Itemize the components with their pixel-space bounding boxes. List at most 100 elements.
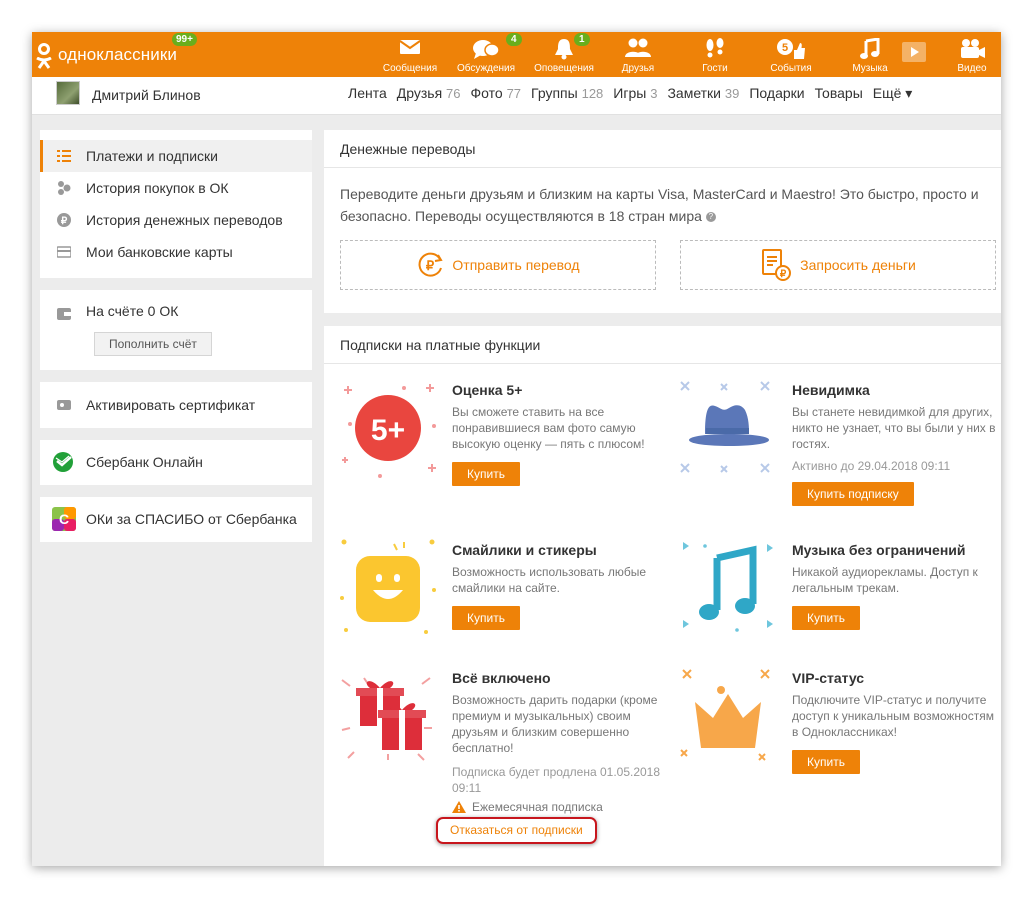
events-icon: 5 [776, 38, 806, 60]
nav-notifications[interactable]: 1 Оповещения [534, 32, 594, 77]
buy-rating-button[interactable]: Купить [452, 462, 520, 486]
feature-title: Невидимка [792, 382, 1001, 398]
logo[interactable]: одноклассники [36, 41, 177, 69]
menu-label: История покупок в ОК [86, 180, 229, 196]
card-icon [57, 245, 71, 259]
nav-messages[interactable]: Сообщения [380, 32, 440, 77]
profile-nav-groups[interactable]: Группы 128 [531, 85, 603, 102]
certificate-card: Активировать сертификат [40, 382, 312, 428]
send-transfer-button[interactable]: ₽ Отправить перевод [340, 240, 656, 290]
buy-music-button[interactable]: Купить [792, 606, 860, 630]
profile-nav-notes[interactable]: Заметки 39 [667, 85, 739, 102]
profile-nav-friends[interactable]: Друзья 76 [397, 85, 461, 102]
footprints-icon [703, 38, 727, 60]
sberbank-label: Сбербанк Онлайн [86, 454, 203, 470]
feature-title: Смайлики и стикеры [452, 542, 662, 558]
sberbank-card: Сбербанк Онлайн [40, 440, 312, 485]
wallet-icon [57, 307, 71, 321]
transfers-title: Денежные переводы [324, 130, 1001, 168]
avatar[interactable] [56, 81, 80, 105]
profile-nav-goods[interactable]: Товары [815, 85, 863, 102]
spasibo-link[interactable]: С ОКи за СПАСИБО от Сбербанка [40, 503, 312, 535]
profile-nav-gifts[interactable]: Подарки [749, 85, 804, 102]
cancel-subscription-link[interactable]: Отказаться от подписки [450, 823, 583, 837]
svg-text:₽: ₽ [426, 258, 435, 273]
certificate-label: Активировать сертификат [86, 397, 255, 413]
nav-events[interactable]: 5 События [761, 32, 821, 77]
nav-discussions[interactable]: 4 Обсуждения [456, 32, 516, 77]
subscriptions-card: Подписки на платные функции 5+ Оценка 5+… [324, 326, 1001, 866]
bell-icon [554, 38, 574, 60]
profile-nav-feed[interactable]: Лента [348, 85, 387, 102]
menu-transfer-history[interactable]: ₽ История денежных переводов [40, 204, 312, 236]
nav-music[interactable]: Музыка [840, 32, 900, 77]
feature-renewal-date: Подписка будет продлена 01.05.2018 09:11 [452, 764, 672, 796]
buy-vip-button[interactable]: Купить [792, 750, 860, 774]
spasibo-label: ОКи за СПАСИБО от Сбербанка [86, 511, 297, 527]
request-money-button[interactable]: ₽ Запросить деньги [680, 240, 996, 290]
profile-nav-photos[interactable]: Фото 77 [471, 85, 522, 102]
top-up-button[interactable]: Пополнить счёт [94, 332, 212, 356]
activate-certificate[interactable]: Активировать сертификат [40, 389, 312, 421]
payments-menu: Платежи и подписки История покупок в ОК … [40, 130, 312, 278]
spasibo-card: С ОКи за СПАСИБО от Сбербанка [40, 497, 312, 542]
nav-guests[interactable]: Гости [685, 32, 745, 77]
feature-description: Подключите VIP-статус и получите доступ … [792, 692, 1001, 740]
feature-description: Вы сможете ставить на все понравившиеся … [452, 404, 652, 452]
buy-smiles-button[interactable]: Купить [452, 606, 520, 630]
profile-name[interactable]: Дмитрий Блинов [92, 87, 201, 103]
feature-title: Музыка без ограничений [792, 542, 1001, 558]
certificate-icon [57, 398, 71, 412]
brand-name: одноклассники [58, 45, 177, 65]
discussions-badge: 4 [506, 33, 522, 46]
profile-nav-games[interactable]: Игры 3 [613, 85, 657, 102]
menu-payments-subscriptions[interactable]: Платежи и подписки [40, 140, 312, 172]
profile-nav: Лента Друзья 76 Фото 77 Группы 128 Игры … [348, 85, 922, 102]
feature-title: Всё включено [452, 670, 672, 686]
envelope-icon [399, 38, 421, 56]
request-money-label: Запросить деньги [800, 257, 916, 273]
transfers-text: Переводите деньги друзьям и близким на к… [340, 183, 990, 227]
list-icon [57, 149, 71, 163]
invisible-hat-icon [679, 378, 779, 478]
svg-text:5: 5 [782, 42, 788, 54]
video-play-button[interactable] [894, 32, 934, 77]
video-camera-icon [958, 38, 986, 60]
feature-music: Музыка без ограничений Никакой аудиорекл… [792, 542, 1001, 630]
music-unlimited-icon [679, 538, 779, 638]
menu-label: История денежных переводов [86, 212, 283, 228]
money-transfers-card: Денежные переводы Переводите деньги друз… [324, 130, 1001, 313]
feature-description: Возможность дарить подарки (кроме премиу… [452, 692, 672, 756]
help-icon[interactable]: ? [706, 212, 716, 222]
feature-description: Никакой аудиорекламы. Доступ к легальным… [792, 564, 1001, 596]
send-transfer-label: Отправить перевод [452, 257, 579, 273]
app-window: одноклассники 99+ Сообщения 4 Обсуждения… [32, 32, 1001, 866]
nav-friends[interactable]: Друзья [608, 32, 668, 77]
profile-nav-more[interactable]: Ещё ▾ [873, 85, 913, 102]
friends-icon [624, 38, 652, 58]
balance-label: На счёте 0 ОК [86, 303, 178, 319]
ruble-arrow-icon: ₽ [416, 251, 444, 279]
svg-text:₽: ₽ [61, 216, 68, 227]
ok-logo-icon [36, 42, 52, 68]
buy-invisible-subscription-button[interactable]: Купить подписку [792, 482, 914, 506]
feature-invisible: Невидимка Вы станете невидимкой для друг… [792, 382, 1001, 506]
menu-purchase-history[interactable]: История покупок в ОК [40, 172, 312, 204]
feature-description: Вы станете невидимкой для других, никто … [792, 404, 1001, 452]
feature-description: Возможность использовать любые смайлики … [452, 564, 662, 596]
feature-title: VIP-статус [792, 670, 1001, 686]
subscriptions-title: Подписки на платные функции [324, 326, 1001, 364]
sberbank-online[interactable]: Сбербанк Онлайн [40, 446, 312, 478]
svg-text:С: С [59, 511, 69, 527]
monthly-subscription-note: Ежемесячная подписка [452, 800, 672, 814]
smiley-sticker-icon [338, 538, 438, 638]
menu-label: Мои банковские карты [86, 244, 233, 260]
music-note-icon [860, 38, 880, 60]
feature-rating: Оценка 5+ Вы сможете ставить на все понр… [452, 382, 652, 486]
balance-line: На счёте 0 ОК [40, 290, 312, 326]
rating-five-plus-icon: 5+ [340, 380, 440, 480]
menu-bank-cards[interactable]: Мои банковские карты [40, 236, 312, 268]
profile-bar: Дмитрий Блинов Лента Друзья 76 Фото 77 Г… [32, 77, 1001, 115]
nav-video[interactable]: Видео [942, 32, 1001, 77]
cancel-subscription-highlight: Отказаться от подписки [436, 817, 597, 844]
